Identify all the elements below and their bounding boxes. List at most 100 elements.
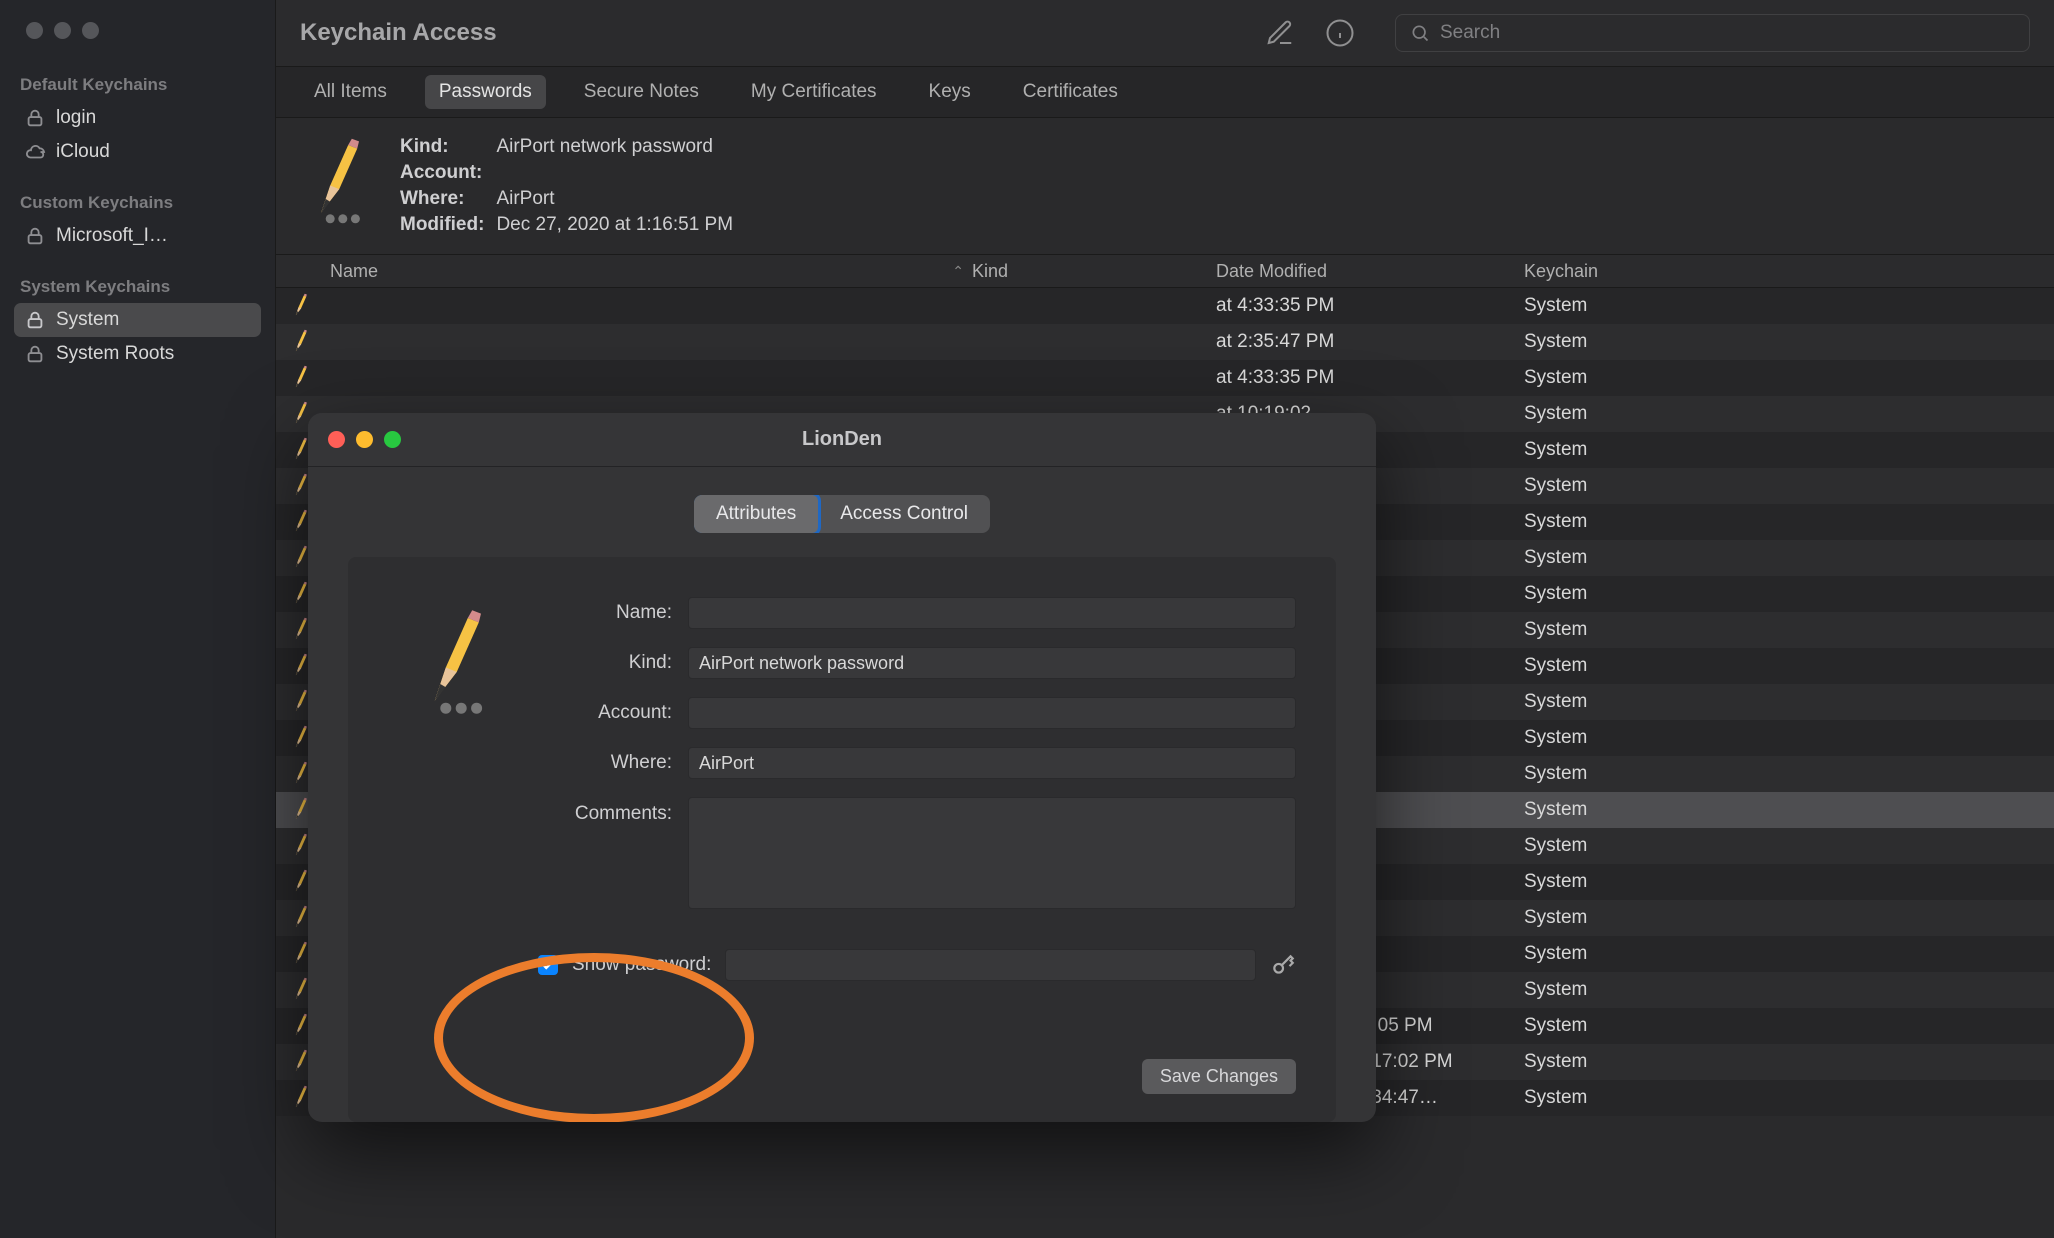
compose-icon[interactable] bbox=[1265, 18, 1295, 48]
dlg-name-label: Name: bbox=[532, 602, 672, 624]
tab-my-certificates[interactable]: My Certificates bbox=[737, 75, 891, 109]
dialog-tab-access-control[interactable]: Access Control bbox=[818, 495, 990, 533]
dlg-kind-input[interactable] bbox=[688, 647, 1296, 679]
dialog-title: LionDen bbox=[802, 428, 882, 451]
sidebar-item-label: System bbox=[56, 309, 119, 331]
category-tabs: All Items Passwords Secure Notes My Cert… bbox=[276, 66, 2054, 118]
row-keychain: System bbox=[1516, 691, 1686, 713]
sidebar-item-label: login bbox=[56, 107, 96, 129]
window-title: Keychain Access bbox=[300, 19, 1265, 47]
minimize-light[interactable] bbox=[54, 22, 71, 39]
dlg-account-input[interactable] bbox=[688, 697, 1296, 729]
tab-certificates[interactable]: Certificates bbox=[1009, 75, 1132, 109]
row-date: at 4:33:35 PM bbox=[1208, 367, 1516, 389]
row-keychain: System bbox=[1516, 943, 1686, 965]
row-keychain: System bbox=[1516, 475, 1686, 497]
lock-icon bbox=[24, 107, 46, 129]
row-keychain: System bbox=[1516, 763, 1686, 785]
sidebar: Default Keychains login iCloud Custom Ke… bbox=[0, 0, 276, 1238]
sidebar-item-label: Microsoft_I… bbox=[56, 225, 168, 247]
table-row[interactable]: at 4:33:35 PMSystem bbox=[276, 288, 2054, 324]
toolbar: Keychain Access bbox=[276, 0, 2054, 66]
row-keychain: System bbox=[1516, 799, 1686, 821]
info-icon[interactable] bbox=[1325, 18, 1355, 48]
row-keychain: System bbox=[1516, 655, 1686, 677]
dlg-where-input[interactable] bbox=[688, 747, 1296, 779]
sidebar-item-system-roots[interactable]: System Roots bbox=[14, 337, 261, 371]
sidebar-item-label: iCloud bbox=[56, 141, 110, 163]
dialog-close-light[interactable] bbox=[328, 431, 345, 448]
tab-keys[interactable]: Keys bbox=[915, 75, 985, 109]
tab-all-items[interactable]: All Items bbox=[300, 75, 401, 109]
show-password-label: Show password: bbox=[572, 954, 711, 976]
dlg-account-label: Account: bbox=[532, 702, 672, 724]
row-keychain: System bbox=[1516, 403, 1686, 425]
sidebar-heading-custom: Custom Keychains bbox=[14, 187, 261, 219]
row-keychain: System bbox=[1516, 835, 1686, 857]
dlg-comments-label: Comments: bbox=[532, 797, 672, 825]
column-keychain[interactable]: Keychain bbox=[1516, 261, 1686, 282]
item-dialog: LionDen Attributes Access Control Name: … bbox=[308, 413, 1376, 1122]
row-keychain: System bbox=[1516, 1087, 1686, 1109]
row-keychain: System bbox=[1516, 439, 1686, 461]
save-changes-button[interactable]: Save Changes bbox=[1142, 1059, 1296, 1094]
row-keychain: System bbox=[1516, 547, 1686, 569]
close-light[interactable] bbox=[26, 22, 43, 39]
sidebar-item-icloud[interactable]: iCloud bbox=[14, 135, 261, 169]
row-keychain: System bbox=[1516, 331, 1686, 353]
dialog-tab-attributes[interactable]: Attributes bbox=[694, 495, 818, 533]
row-keychain: System bbox=[1516, 583, 1686, 605]
detail-kind-label: Kind: bbox=[400, 136, 484, 158]
detail-kind-value: AirPort network password bbox=[496, 136, 733, 158]
dlg-kind-label: Kind: bbox=[532, 652, 672, 674]
row-keychain: System bbox=[1516, 619, 1686, 641]
table-row[interactable]: at 4:33:35 PMSystem bbox=[276, 360, 2054, 396]
table-header: Name⌃ Kind Date Modified Keychain bbox=[276, 255, 2054, 288]
dlg-comments-input[interactable] bbox=[688, 797, 1296, 909]
dialog-zoom-light[interactable] bbox=[384, 431, 401, 448]
row-keychain: System bbox=[1516, 367, 1686, 389]
column-name[interactable]: Name⌃ bbox=[322, 261, 964, 282]
row-keychain: System bbox=[1516, 511, 1686, 533]
row-icon bbox=[276, 329, 322, 355]
table-row[interactable]: at 2:35:47 PMSystem bbox=[276, 324, 2054, 360]
column-date[interactable]: Date Modified bbox=[1208, 261, 1516, 282]
column-kind[interactable]: Kind bbox=[964, 261, 1208, 282]
password-icon bbox=[300, 136, 370, 236]
dialog-body: Name: Kind: Account: Where: Comments: Sh… bbox=[348, 557, 1336, 1122]
sidebar-item-label: System Roots bbox=[56, 343, 174, 365]
key-icon[interactable] bbox=[1270, 952, 1296, 978]
lock-icon bbox=[24, 343, 46, 365]
row-keychain: System bbox=[1516, 979, 1686, 1001]
show-password-checkbox[interactable] bbox=[538, 955, 558, 975]
detail-where-label: Where: bbox=[400, 188, 484, 210]
row-icon bbox=[276, 293, 322, 319]
tab-passwords[interactable]: Passwords bbox=[425, 75, 546, 109]
sidebar-item-login[interactable]: login bbox=[14, 101, 261, 135]
dialog-minimize-light[interactable] bbox=[356, 431, 373, 448]
detail-modified-label: Modified: bbox=[400, 214, 484, 236]
zoom-light[interactable] bbox=[82, 22, 99, 39]
detail-account-label: Account: bbox=[400, 162, 484, 184]
search-field[interactable] bbox=[1395, 14, 2030, 52]
detail-where-value: AirPort bbox=[496, 188, 733, 210]
sidebar-item-system[interactable]: System bbox=[14, 303, 261, 337]
dialog-tab-segment: Attributes Access Control bbox=[694, 495, 990, 533]
dlg-name-input[interactable] bbox=[688, 597, 1296, 629]
detail-modified-value: Dec 27, 2020 at 1:16:51 PM bbox=[496, 214, 733, 236]
row-keychain: System bbox=[1516, 1015, 1686, 1037]
sidebar-item-microsoft[interactable]: Microsoft_I… bbox=[14, 219, 261, 253]
cloud-icon bbox=[24, 141, 46, 163]
tab-secure-notes[interactable]: Secure Notes bbox=[570, 75, 713, 109]
dlg-where-label: Where: bbox=[532, 752, 672, 774]
search-input[interactable] bbox=[1440, 22, 2015, 44]
password-field[interactable] bbox=[725, 949, 1256, 981]
sidebar-heading-system: System Keychains bbox=[14, 271, 261, 303]
sidebar-heading-default: Default Keychains bbox=[14, 69, 261, 101]
item-detail-header: Kind: AirPort network password Account: … bbox=[276, 118, 2054, 255]
lock-icon bbox=[24, 309, 46, 331]
row-keychain: System bbox=[1516, 907, 1686, 929]
check-icon bbox=[541, 958, 555, 972]
row-keychain: System bbox=[1516, 871, 1686, 893]
dialog-traffic-lights bbox=[328, 431, 401, 448]
